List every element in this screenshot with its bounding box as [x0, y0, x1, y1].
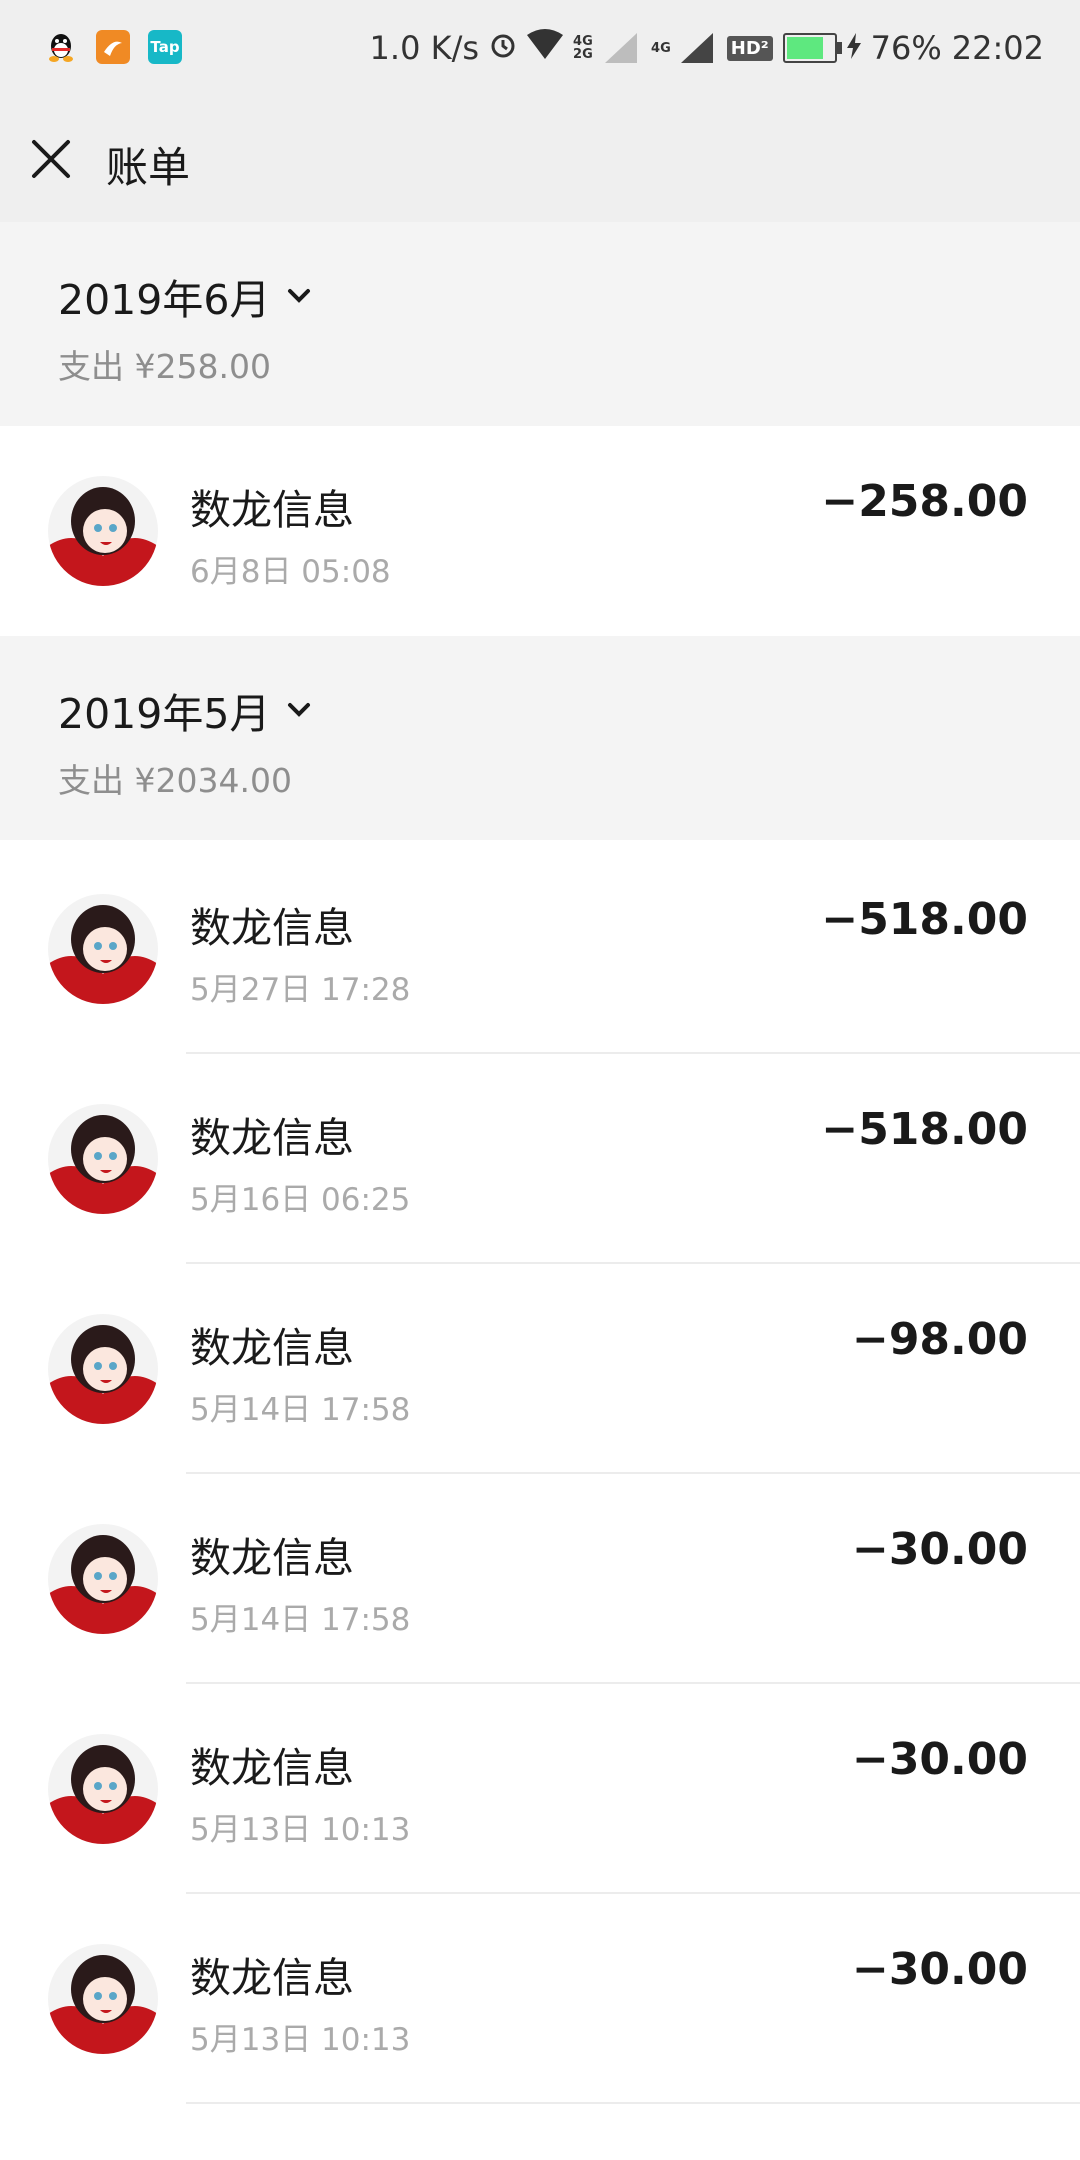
transaction-row[interactable]: 数龙信息 5月27日 17:28 −518.00: [0, 844, 1080, 1054]
hd-badge: HD²: [726, 35, 773, 61]
transaction-time: 5月16日 06:25: [190, 1182, 411, 1218]
transaction-row[interactable]: 数龙信息 5月14日 17:58 −30.00: [0, 1474, 1080, 1684]
transaction-amount: −518.00: [821, 894, 1028, 945]
avatar: [48, 1314, 158, 1424]
battery-percent: 76%: [870, 29, 942, 67]
transaction-time: 5月14日 17:58: [190, 1392, 411, 1428]
transaction-amount: −258.00: [821, 476, 1028, 527]
chevron-down-icon: [288, 289, 311, 303]
transaction-time: 5月14日 17:58: [190, 1602, 411, 1638]
avatar: [48, 1944, 158, 2054]
merchant-name: 数龙信息: [190, 1324, 354, 1372]
month-label: 2019年6月: [58, 276, 271, 324]
month-selector[interactable]: 2019年6月: [58, 266, 314, 326]
signal-1-icon: [605, 33, 641, 63]
month-expense-summary: 支出 ¥258.00: [58, 347, 271, 386]
close-icon[interactable]: [26, 134, 76, 184]
row-divider: [186, 2102, 1080, 2104]
transaction-time: 5月13日 10:13: [190, 2022, 411, 2058]
merchant-name: 数龙信息: [190, 904, 354, 952]
avatar: [48, 1524, 158, 1634]
network-4g-label: 4G: [651, 40, 671, 56]
avatar: [48, 894, 158, 1004]
merchant-name: 数龙信息: [190, 1114, 354, 1162]
transaction-amount: −518.00: [821, 1104, 1028, 1155]
status-right: 1.0 K/s 4G 2G 4G HD² 76% 22:02: [370, 24, 1044, 72]
transaction-row[interactable]: 数龙信息 5月13日 10:13 −30.00: [0, 1684, 1080, 1894]
transaction-amount: −98.00: [851, 1314, 1028, 1365]
alarm-icon: [489, 29, 517, 67]
transaction-row[interactable]: 数龙信息 5月16日 06:25 −518.00: [0, 1054, 1080, 1264]
transaction-time: 5月13日 10:13: [190, 1812, 411, 1848]
avatar: [48, 1734, 158, 1844]
battery-icon: [782, 33, 842, 63]
merchant-name: 数龙信息: [190, 486, 354, 534]
merchant-name: 数龙信息: [190, 1744, 354, 1792]
wifi-icon: [527, 29, 564, 67]
network-type-label: 4G 2G: [573, 34, 593, 62]
transaction-amount: −30.00: [851, 1734, 1028, 1785]
transaction-row[interactable]: 数龙信息 6月8日 05:08 −258.00: [0, 426, 1080, 636]
avatar: [48, 1104, 158, 1214]
app-header: 账单: [0, 96, 1080, 222]
month-header-june[interactable]: 2019年6月 支出 ¥258.00: [0, 222, 1080, 426]
month-header-may[interactable]: 2019年5月 支出 ¥2034.00: [0, 636, 1080, 840]
avatar: [48, 476, 158, 586]
month-selector[interactable]: 2019年5月: [58, 680, 314, 740]
transaction-time: 6月8日 05:08: [190, 554, 391, 590]
month-label: 2019年5月: [58, 690, 271, 738]
merchant-name: 数龙信息: [190, 1534, 354, 1582]
qq-icon: [44, 30, 78, 64]
transaction-time: 5月27日 17:28: [190, 972, 411, 1008]
transaction-amount: −30.00: [851, 1524, 1028, 1575]
clock: 22:02: [951, 29, 1044, 67]
net-speed: 1.0 K/s: [369, 29, 480, 67]
merchant-name: 数龙信息: [190, 1954, 354, 2002]
status-bar: Tap 1.0 K/s 4G 2G 4G HD² 76% 22:02: [0, 0, 1080, 96]
transaction-row[interactable]: 数龙信息 5月14日 17:58 −98.00: [0, 1264, 1080, 1474]
notification-icons: Tap: [44, 30, 182, 64]
transaction-amount: −30.00: [851, 1944, 1028, 1995]
signal-2-icon: [680, 33, 717, 63]
tap-icon: Tap: [148, 30, 182, 64]
page-title: 账单: [106, 143, 191, 192]
transaction-row[interactable]: 数龙信息 5月13日 10:13 −30.00: [0, 1894, 1080, 2104]
orange-app-icon: [96, 30, 130, 64]
month-expense-summary: 支出 ¥2034.00: [58, 761, 292, 800]
chevron-down-icon: [288, 703, 311, 717]
charging-icon: [846, 29, 861, 67]
